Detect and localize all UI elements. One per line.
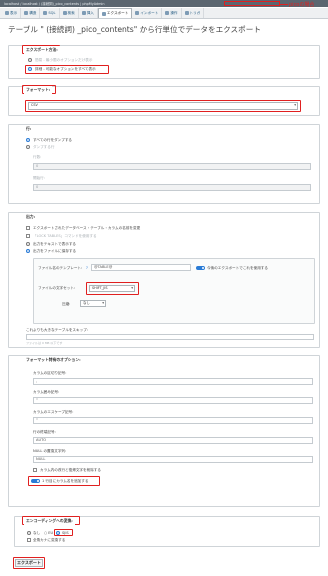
- quick-export-label: 簡易 - 最小限のオプションだけ表示: [35, 58, 93, 62]
- kana-convert-label: 全角カナに変換する: [33, 538, 66, 542]
- output-as-text-radio[interactable]: [26, 242, 30, 246]
- tab-search[interactable]: 検索: [60, 8, 79, 18]
- dump-all-rows-label: すべての行をダンプする: [33, 138, 73, 142]
- save-to-file-radio[interactable]: [26, 249, 30, 253]
- column-separator-field[interactable]: ,: [33, 378, 313, 385]
- line-terminator-field[interactable]: AUTO: [33, 437, 313, 444]
- row-count-field[interactable]: 0: [33, 163, 311, 170]
- file-charset-select[interactable]: SHIFT_JIS: [89, 285, 135, 292]
- structure-icon: [24, 11, 29, 15]
- export-icon: [101, 11, 106, 16]
- skip-tables-hint: ファイルは 0 MB 以下です: [26, 341, 63, 345]
- format-legend: フォーマット:: [24, 86, 53, 94]
- encoding-sjis-label: SJIS: [62, 531, 69, 535]
- skip-tables-field[interactable]: [26, 334, 314, 340]
- line-terminator-label: 行の終端記号:: [33, 430, 56, 434]
- quick-export-radio[interactable]: [28, 58, 32, 62]
- output-as-text-label: 出力をテキストで表示する: [33, 242, 77, 246]
- null-replacement-field[interactable]: NULL: [33, 456, 313, 463]
- pico-callout-line: [280, 4, 288, 5]
- dump-some-rows-label: ダンプする行: [33, 145, 55, 149]
- custom-export-label: 詳細 - 可能なオプションをすべて表示: [35, 67, 96, 71]
- column-names-first-row-toggle[interactable]: [31, 479, 40, 483]
- pico-highlight-box: [224, 1, 280, 6]
- start-row-field[interactable]: 0: [33, 184, 311, 191]
- compression-label: 圧縮:: [62, 302, 71, 306]
- null-replacement-label: NULL の置換文字列:: [33, 449, 67, 453]
- tab-label: 検索: [67, 10, 75, 15]
- page-title: テーブル " (接続詞) _pico_contents" から行単位でデータをエ…: [8, 25, 261, 34]
- remember-template-toggle[interactable]: [196, 266, 205, 270]
- encoding-other-label: ○ EU: [44, 531, 54, 535]
- output-legend: 出力:: [24, 213, 38, 221]
- filename-template-field[interactable]: @TABLE@: [91, 264, 191, 271]
- dump-some-rows-radio[interactable]: [26, 145, 30, 149]
- lock-tables-label: 「LOCK TABLES」コマンドを使用する: [33, 234, 97, 238]
- wrench-icon: [165, 11, 170, 15]
- browser-bar-text: localhost / localhost / (接続詞)_pico_conte…: [4, 2, 105, 6]
- tab-browse[interactable]: 表示: [2, 8, 22, 18]
- remove-crlf-label: カラム内の改行と復帰文字を削除する: [40, 468, 101, 472]
- compression-select[interactable]: なし: [80, 300, 106, 307]
- tab-export[interactable]: エクスポート: [97, 8, 133, 18]
- export-method-legend: エクスポート方法:: [24, 46, 60, 54]
- rename-exported-label: エクスポートされたデータベース・テーブル・カラムの名前を変更: [33, 226, 141, 230]
- tab-triggers[interactable]: トリガ: [182, 8, 205, 18]
- column-enclosure-field[interactable]: ": [33, 397, 313, 404]
- encoding-legend: エンコーディングへの変換:: [24, 517, 75, 525]
- tab-label: SQL: [48, 11, 56, 15]
- tab-label: 構造: [29, 10, 37, 15]
- search-icon: [62, 11, 67, 15]
- encoding-none-radio[interactable]: [27, 531, 31, 535]
- encoding-none-label: なし: [33, 531, 41, 535]
- tab-insert[interactable]: 挿入: [79, 8, 98, 18]
- sql-icon: [43, 11, 48, 15]
- skip-tables-label: これよりも大きなテーブルをスキップ:: [26, 328, 89, 332]
- rows-legend: 行:: [24, 125, 34, 133]
- rename-exported-checkbox[interactable]: [26, 226, 30, 230]
- remove-crlf-checkbox[interactable]: [33, 468, 37, 472]
- remember-template-label: 今後のエクスポートでこれを使用する: [207, 266, 268, 270]
- tab-label: インポート: [140, 10, 159, 15]
- row-count-label: 行数:: [33, 155, 42, 159]
- tab-label: 表示: [10, 10, 18, 15]
- kana-convert-checkbox[interactable]: [27, 538, 31, 542]
- dump-all-rows-radio[interactable]: [26, 138, 30, 142]
- table-icon: [5, 11, 9, 15]
- save-to-file-label: 出力をファイルに保存する: [33, 249, 77, 253]
- custom-export-radio[interactable]: [28, 67, 32, 71]
- file-charset-label: ファイルの文字セット:: [38, 286, 76, 290]
- export-button[interactable]: エクスポート: [15, 559, 43, 567]
- pico-callout-label: picoの場合: [289, 2, 315, 8]
- format-select[interactable]: CSV: [28, 102, 298, 110]
- filename-template-label: ファイル名のテンプレート:: [38, 266, 83, 270]
- tab-label: エクスポート: [106, 11, 129, 15]
- start-row-label: 開始行:: [33, 176, 45, 180]
- encoding-sjis-radio[interactable]: [56, 531, 60, 535]
- tab-label: 挿入: [86, 10, 94, 15]
- column-separator-label: カラムの区切り記号:: [33, 371, 67, 375]
- trigger-icon: [184, 11, 189, 15]
- help-icon[interactable]: ?: [86, 266, 88, 270]
- column-escape-label: カラムのエスケープ記号:: [33, 410, 74, 414]
- tab-bar: 表示 構造 SQL 検索 挿入 エクスポート インポート 操作 トリガ: [0, 8, 328, 19]
- column-escape-field[interactable]: ": [33, 417, 313, 424]
- tab-label: 操作: [170, 10, 178, 15]
- tab-label: トリガ: [189, 10, 201, 15]
- format-options-legend: フォーマット特有のオプション:: [24, 356, 83, 364]
- tab-sql[interactable]: SQL: [40, 8, 60, 18]
- tab-import[interactable]: インポート: [132, 8, 163, 18]
- insert-icon: [81, 11, 86, 15]
- column-enclosure-label: カラム囲み記号:: [33, 390, 60, 394]
- import-icon: [135, 11, 140, 15]
- tab-structure[interactable]: 構造: [21, 8, 41, 18]
- tab-operations[interactable]: 操作: [162, 8, 182, 18]
- column-names-first-row-label: 1 行目にカラム名を追加する: [42, 479, 89, 483]
- lock-tables-checkbox[interactable]: [26, 234, 30, 238]
